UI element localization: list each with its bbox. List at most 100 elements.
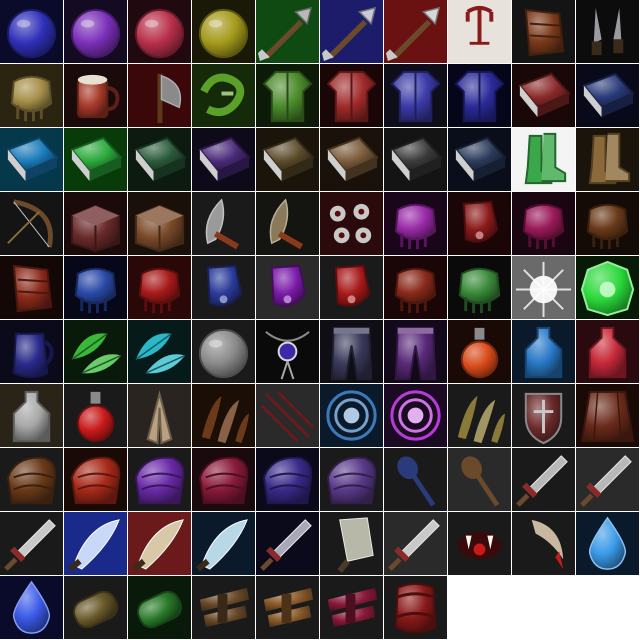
icon-tile[interactable] xyxy=(448,320,511,383)
icon-tile[interactable] xyxy=(128,576,191,639)
icon-tile[interactable] xyxy=(576,192,639,255)
icon-tile[interactable] xyxy=(256,0,319,63)
icon-tile[interactable] xyxy=(448,128,511,191)
icon-tile[interactable] xyxy=(320,384,383,447)
icon-tile[interactable] xyxy=(448,512,511,575)
icon-tile[interactable] xyxy=(384,512,447,575)
icon-tile[interactable] xyxy=(320,512,383,575)
icon-tile[interactable] xyxy=(192,384,255,447)
icon-tile[interactable] xyxy=(192,0,255,63)
icon-tile[interactable] xyxy=(512,384,575,447)
icon-tile[interactable] xyxy=(384,64,447,127)
icon-tile[interactable] xyxy=(0,320,63,383)
icon-tile[interactable] xyxy=(0,256,63,319)
icon-tile[interactable] xyxy=(576,128,639,191)
icon-tile[interactable] xyxy=(448,256,511,319)
icon-tile[interactable] xyxy=(256,576,319,639)
icon-tile[interactable] xyxy=(512,128,575,191)
icon-tile[interactable] xyxy=(64,64,127,127)
icon-tile[interactable] xyxy=(0,64,63,127)
icon-tile[interactable] xyxy=(64,128,127,191)
icon-tile[interactable] xyxy=(128,128,191,191)
icon-tile[interactable] xyxy=(576,512,639,575)
icon-tile[interactable] xyxy=(64,320,127,383)
icon-tile[interactable] xyxy=(128,192,191,255)
icon-tile[interactable] xyxy=(448,192,511,255)
icon-tile[interactable] xyxy=(256,64,319,127)
icon-tile[interactable] xyxy=(320,0,383,63)
icon-tile[interactable] xyxy=(576,384,639,447)
icon-tile[interactable] xyxy=(448,448,511,511)
icon-tile[interactable] xyxy=(576,256,639,319)
icon-tile[interactable] xyxy=(320,192,383,255)
icon-tile[interactable] xyxy=(384,448,447,511)
icon-tile[interactable] xyxy=(320,320,383,383)
icon-tile[interactable] xyxy=(256,128,319,191)
icon-tile[interactable] xyxy=(64,384,127,447)
icon-tile[interactable] xyxy=(256,320,319,383)
icon-tile[interactable] xyxy=(0,128,63,191)
icon-tile[interactable] xyxy=(384,192,447,255)
icon-tile[interactable] xyxy=(512,320,575,383)
icon-tile[interactable] xyxy=(128,512,191,575)
icon-tile[interactable] xyxy=(0,0,63,63)
icon-tile[interactable] xyxy=(0,384,63,447)
icon-tile[interactable] xyxy=(576,448,639,511)
icon-tile[interactable] xyxy=(512,256,575,319)
icon-tile[interactable] xyxy=(384,384,447,447)
icon-tile[interactable] xyxy=(192,64,255,127)
green-tunic-icon xyxy=(256,64,319,127)
icon-tile[interactable] xyxy=(192,192,255,255)
icon-tile[interactable] xyxy=(448,384,511,447)
icon-tile[interactable] xyxy=(576,0,639,63)
icon-tile[interactable] xyxy=(448,0,511,63)
purple-shoulder-icon xyxy=(128,448,191,511)
icon-tile[interactable] xyxy=(128,384,191,447)
icon-tile[interactable] xyxy=(320,128,383,191)
icon-tile[interactable] xyxy=(384,128,447,191)
icon-tile[interactable] xyxy=(512,0,575,63)
icon-tile[interactable] xyxy=(0,192,63,255)
icon-tile[interactable] xyxy=(320,64,383,127)
icon-tile[interactable] xyxy=(64,256,127,319)
icon-tile[interactable] xyxy=(384,576,447,639)
icon-tile[interactable] xyxy=(192,512,255,575)
icon-tile[interactable] xyxy=(512,64,575,127)
icon-tile[interactable] xyxy=(64,192,127,255)
icon-tile[interactable] xyxy=(192,128,255,191)
icon-tile[interactable] xyxy=(64,448,127,511)
icon-tile[interactable] xyxy=(384,0,447,63)
icon-tile[interactable] xyxy=(192,576,255,639)
icon-tile[interactable] xyxy=(512,448,575,511)
icon-tile[interactable] xyxy=(448,64,511,127)
icon-tile[interactable] xyxy=(256,512,319,575)
icon-tile[interactable] xyxy=(0,576,63,639)
icon-tile[interactable] xyxy=(64,576,127,639)
icon-tile[interactable] xyxy=(384,256,447,319)
icon-tile[interactable] xyxy=(256,256,319,319)
shield-icon xyxy=(512,384,575,447)
icon-tile[interactable] xyxy=(192,256,255,319)
icon-tile[interactable] xyxy=(320,448,383,511)
icon-tile[interactable] xyxy=(64,0,127,63)
icon-tile[interactable] xyxy=(192,320,255,383)
icon-tile[interactable] xyxy=(576,320,639,383)
icon-tile[interactable] xyxy=(512,512,575,575)
icon-tile[interactable] xyxy=(128,64,191,127)
icon-tile[interactable] xyxy=(128,256,191,319)
icon-tile[interactable] xyxy=(576,64,639,127)
icon-tile[interactable] xyxy=(128,0,191,63)
icon-tile[interactable] xyxy=(256,384,319,447)
icon-tile[interactable] xyxy=(192,448,255,511)
icon-tile[interactable] xyxy=(320,576,383,639)
icon-tile[interactable] xyxy=(256,192,319,255)
icon-tile[interactable] xyxy=(128,448,191,511)
icon-tile[interactable] xyxy=(512,192,575,255)
icon-tile[interactable] xyxy=(384,320,447,383)
icon-tile[interactable] xyxy=(128,320,191,383)
icon-tile[interactable] xyxy=(64,512,127,575)
icon-tile[interactable] xyxy=(320,256,383,319)
icon-tile[interactable] xyxy=(256,448,319,511)
icon-tile[interactable] xyxy=(0,512,63,575)
icon-tile[interactable] xyxy=(0,448,63,511)
